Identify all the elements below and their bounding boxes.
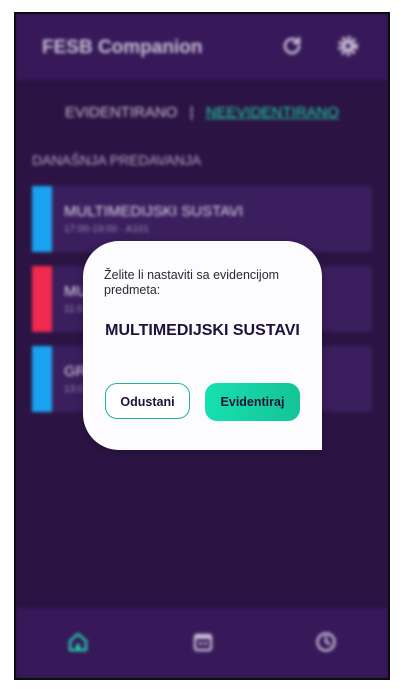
lecture-color-stripe	[32, 186, 52, 252]
lecture-time: 11:0	[64, 304, 83, 315]
dialog-subject: MULTIMEDIJSKI SUSTAVI	[105, 322, 300, 339]
gear-icon[interactable]	[336, 34, 360, 58]
app-bar: FESB Companion	[16, 14, 388, 80]
tab-evidentirano[interactable]: EVIDENTIRANO	[65, 104, 178, 121]
lecture-color-stripe	[32, 346, 52, 412]
bottom-nav	[16, 608, 388, 678]
dialog-message: Želite li nastaviti sa evidencijom predm…	[104, 268, 280, 297]
cancel-button[interactable]: Odustani	[105, 383, 190, 419]
refresh-icon[interactable]	[280, 34, 304, 58]
lecture-title: MULTIMEDIJSKI SUSTAVI	[64, 203, 244, 220]
confirm-button[interactable]: Evidentiraj	[205, 383, 300, 421]
tab-bar: EVIDENTIRANO | NEEVIDENTIRANO	[16, 104, 388, 121]
tab-separator: |	[189, 104, 194, 121]
clock-icon[interactable]	[314, 630, 338, 654]
lecture-time: 17:00-19:00 · A101	[64, 224, 150, 235]
home-icon[interactable]	[66, 630, 90, 654]
tab-neevidentirano[interactable]: NEEVIDENTIRANO	[206, 104, 339, 121]
app-title: FESB Companion	[42, 37, 203, 58]
confirm-dialog: Želite li nastaviti sa evidencijom predm…	[83, 241, 322, 450]
section-title: DANAŠNJA PREDAVANJA	[32, 152, 202, 168]
lecture-time: 13:0	[64, 384, 84, 395]
lecture-color-stripe	[32, 266, 52, 332]
calendar-icon[interactable]	[191, 630, 215, 654]
